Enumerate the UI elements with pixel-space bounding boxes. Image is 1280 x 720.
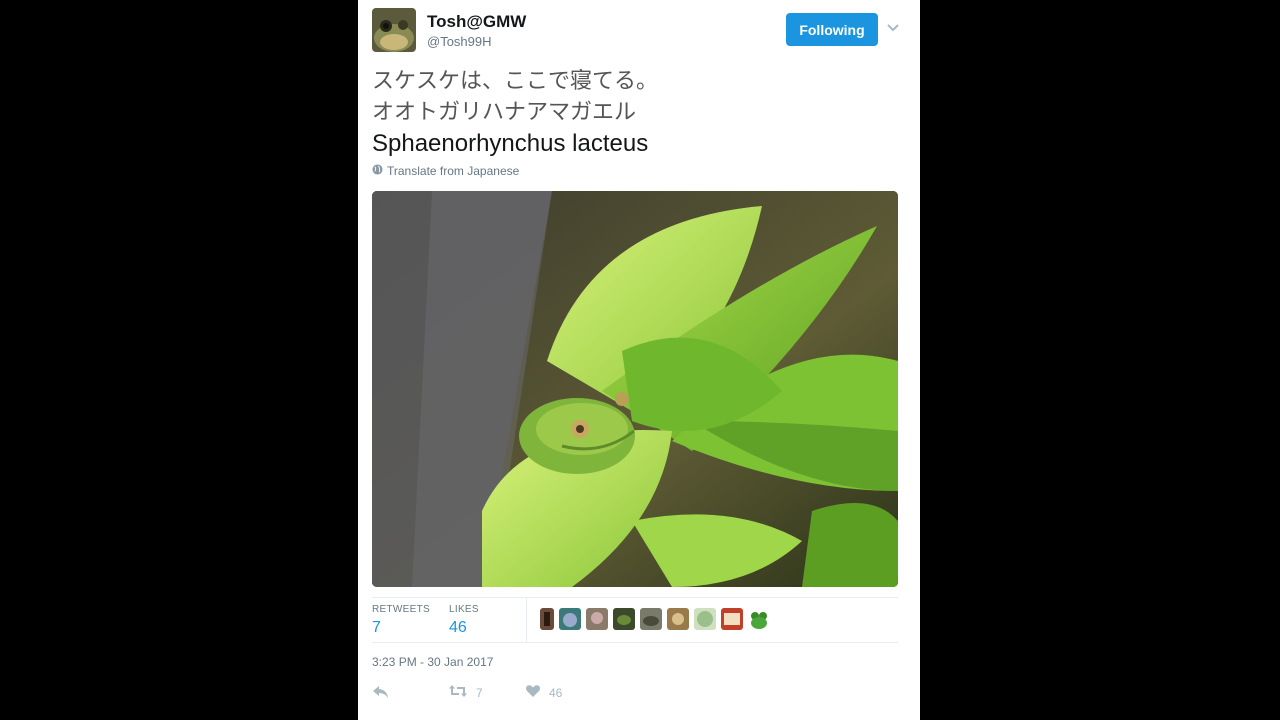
reply-button[interactable] — [372, 684, 390, 703]
tweet-text-line: Sphaenorhynchus lacteus — [372, 130, 649, 157]
tweet-stats: RETWEETS 7 LIKES 46 — [372, 597, 898, 643]
liker-avatars — [540, 608, 770, 630]
translate-link[interactable]: Translate from Japanese — [372, 164, 519, 178]
screen-name[interactable]: @Tosh99H — [427, 34, 492, 49]
retweets-stat[interactable]: RETWEETS 7 — [372, 604, 430, 637]
stats-divider — [526, 598, 527, 642]
tweet-card: Tosh@GMW @Tosh99H Following スケスケは、ここで寝てる… — [358, 0, 920, 720]
liker-avatar[interactable] — [721, 608, 743, 630]
avatar[interactable] — [372, 8, 416, 52]
like-button[interactable]: 46 — [525, 684, 562, 701]
following-button[interactable]: Following — [786, 13, 878, 46]
display-name[interactable]: Tosh@GMW — [427, 12, 526, 32]
likes-stat[interactable]: LIKES 46 — [449, 604, 479, 637]
likes-count: 46 — [449, 619, 467, 636]
tweet-text-line: オオトガリハナアマガエル — [372, 100, 637, 125]
tweet-photo[interactable] — [372, 191, 898, 587]
liker-avatar[interactable] — [667, 608, 689, 630]
liker-avatar[interactable] — [559, 608, 581, 630]
liker-avatar[interactable] — [640, 608, 662, 630]
liker-avatar[interactable] — [613, 608, 635, 630]
liker-avatar[interactable] — [694, 608, 716, 630]
heart-icon — [525, 684, 541, 701]
likes-label: LIKES — [449, 604, 479, 615]
retweet-icon — [448, 684, 468, 701]
liker-avatar[interactable] — [540, 608, 554, 630]
retweets-label: RETWEETS — [372, 604, 430, 615]
caret-down-icon[interactable] — [886, 21, 900, 35]
tweet-actions: 7 46 — [372, 684, 898, 704]
retweets-count: 7 — [372, 619, 381, 636]
like-count: 46 — [549, 685, 563, 700]
retweet-button[interactable]: 7 — [448, 684, 483, 701]
translate-label: Translate from Japanese — [387, 164, 520, 178]
tweet-text-line: スケスケは、ここで寝てる。 — [372, 69, 659, 94]
tweet-text: スケスケは、ここで寝てる。 オオトガリハナアマガエル Sphaenorhynch… — [372, 66, 658, 159]
retweet-count: 7 — [476, 685, 483, 700]
reply-icon — [372, 684, 390, 703]
tweet-timestamp[interactable]: 3:23 PM - 30 Jan 2017 — [372, 655, 493, 669]
liker-avatar[interactable] — [586, 608, 608, 630]
liker-avatar[interactable] — [748, 608, 770, 630]
globe-icon — [372, 164, 383, 178]
